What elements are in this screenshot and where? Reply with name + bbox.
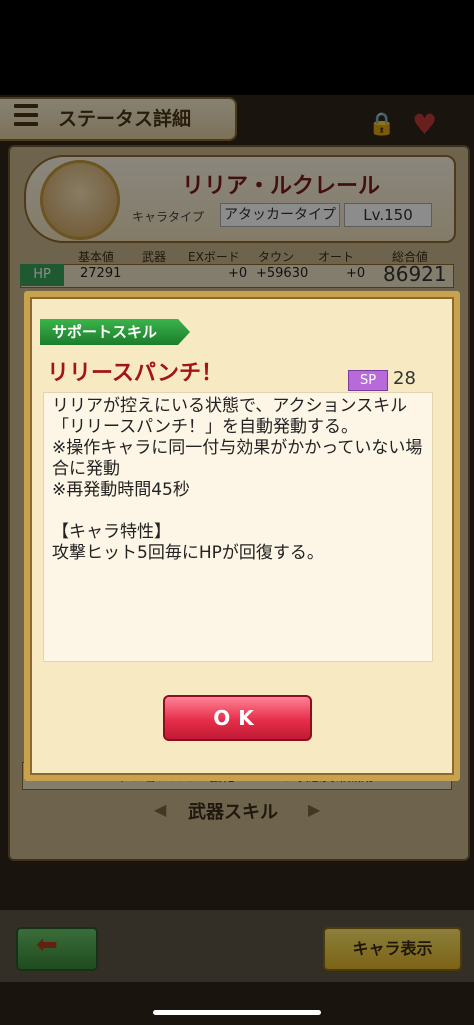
sp-badge: SP [348, 370, 388, 391]
home-indicator[interactable] [153, 1010, 321, 1015]
ok-button[interactable]: OK [163, 695, 312, 741]
skill-name: リリースパンチ！ [47, 361, 224, 386]
sp-value: 28 [393, 368, 416, 389]
support-skill-tag: サポートスキル [40, 319, 190, 345]
skill-description: リリアが控えにいる状態で、アクションスキル「リリースパンチ！」を自動発動する。 … [52, 396, 423, 563]
